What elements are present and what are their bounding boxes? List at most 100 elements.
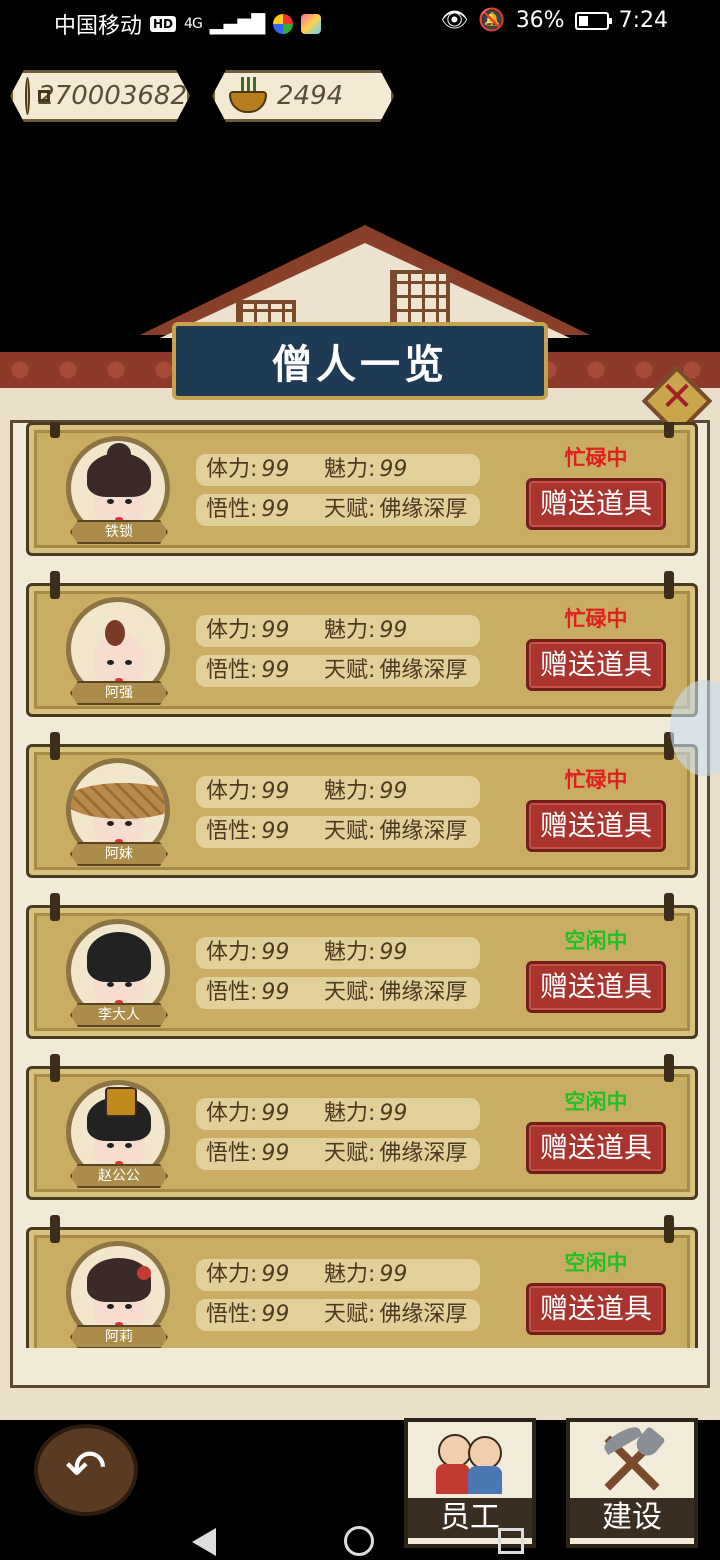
hanging-hook-icon: [50, 732, 60, 760]
insight-label: 悟性:: [206, 658, 258, 683]
talent-label: 天赋:: [324, 497, 376, 522]
stamina-value: 99: [261, 457, 290, 482]
portrait-eye: [107, 1143, 114, 1148]
gift-item-button[interactable]: 赠送道具: [526, 961, 666, 1013]
stat-row-1: 体力: 99 魅力: 99: [196, 615, 480, 647]
gift-item-button[interactable]: 赠送道具: [526, 1122, 666, 1174]
coin-icon: [25, 77, 30, 115]
talent-label: 天赋:: [324, 658, 376, 683]
gift-item-button[interactable]: 赠送道具: [526, 1283, 666, 1335]
insight-value: 99: [261, 1141, 290, 1166]
stat-row-1: 体力: 99 魅力: 99: [196, 454, 480, 486]
portrait-eye: [125, 1304, 132, 1309]
monk-name: 李大人: [70, 1003, 168, 1027]
stamina-label: 体力:: [206, 618, 258, 643]
battery-icon: [574, 11, 612, 30]
undo-arrow-icon: ↶: [65, 1439, 107, 1497]
mute-bell-icon: 🔕: [478, 8, 506, 33]
title-banner: 僧人一览: [172, 322, 548, 400]
status-badge: 忙碌中: [564, 768, 628, 792]
gift-item-button[interactable]: 赠送道具: [526, 478, 666, 530]
signal-bars-icon: ▂▄▆█: [209, 13, 266, 35]
monk-name: 阿强: [70, 681, 168, 705]
stat-row-2: 悟性: 99 天赋: 佛缘深厚: [196, 494, 480, 526]
insight-label: 悟性:: [206, 1302, 258, 1327]
hanging-hook-icon: [50, 571, 60, 599]
portrait-eye: [125, 1143, 132, 1148]
portrait-eye: [107, 1304, 114, 1309]
insight-value: 99: [261, 658, 290, 683]
status-badge: 空闲中: [564, 1251, 628, 1275]
charm-value: 99: [379, 1262, 408, 1287]
nav-home-icon[interactable]: [344, 1526, 374, 1556]
monk-name: 赵公公: [70, 1164, 168, 1188]
stamina-label: 体力:: [206, 1101, 258, 1126]
talent-value: 佛缘深厚: [379, 1302, 468, 1327]
status-badge: 空闲中: [564, 1090, 628, 1114]
hanging-hook-icon: [664, 1215, 674, 1243]
coin-counter: 270003682: [10, 70, 190, 122]
stamina-value: 99: [261, 779, 290, 804]
signal-icon: 4G: [184, 16, 203, 32]
charm-value: 99: [379, 940, 408, 965]
insight-label: 悟性:: [206, 980, 258, 1005]
battery-percent: 36%: [515, 8, 565, 33]
portrait-eye: [107, 982, 114, 987]
stat-row-2: 悟性: 99 天赋: 佛缘深厚: [196, 1138, 480, 1170]
back-button[interactable]: ↶: [34, 1424, 138, 1516]
stat-row-1: 体力: 99 魅力: 99: [196, 776, 480, 808]
monk-card: 阿强 体力: 99 魅力: 99 悟性: 99 天赋: 佛缘深厚 忙碌中 赠送道具: [26, 571, 698, 717]
insight-label: 悟性:: [206, 1141, 258, 1166]
gift-item-button[interactable]: 赠送道具: [526, 800, 666, 852]
charm-label: 魅力:: [324, 457, 376, 482]
stamina-value: 99: [261, 940, 290, 965]
talent-label: 天赋:: [324, 1141, 376, 1166]
app-notification-icon-2: [301, 14, 322, 34]
charm-value: 99: [379, 1101, 408, 1126]
nav-back-icon[interactable]: [192, 1528, 216, 1556]
staff-icon: [432, 1428, 508, 1498]
carrier-label: 中国移动: [54, 14, 143, 39]
nav-recents-icon[interactable]: [498, 1528, 524, 1554]
temple-window: [390, 270, 450, 330]
portrait-eye: [107, 821, 114, 826]
stamina-value: 99: [261, 1262, 290, 1287]
charm-label: 魅力:: [324, 940, 376, 965]
portrait-eye: [107, 660, 114, 665]
monk-name: 阿莉: [70, 1325, 168, 1348]
status-badge: 忙碌中: [564, 446, 628, 470]
pickaxe-shovel-icon: [594, 1422, 670, 1498]
monk-name: 铁锁: [70, 520, 168, 544]
charm-value: 99: [379, 779, 408, 804]
charm-value: 99: [379, 457, 408, 482]
talent-value: 佛缘深厚: [379, 980, 468, 1005]
portrait-eye: [107, 499, 114, 504]
stat-row-2: 悟性: 99 天赋: 佛缘深厚: [196, 655, 480, 687]
incense-value: 2494: [277, 81, 344, 111]
stat-row-2: 悟性: 99 天赋: 佛缘深厚: [196, 977, 480, 1009]
insight-label: 悟性:: [206, 497, 258, 522]
talent-label: 天赋:: [324, 1302, 376, 1327]
stat-row-1: 体力: 99 魅力: 99: [196, 937, 480, 969]
hanging-hook-icon: [664, 571, 674, 599]
monk-card: 赵公公 体力: 99 魅力: 99 悟性: 99 天赋: 佛缘深厚 空闲中 赠送道具: [26, 1054, 698, 1200]
system-nav-bar: [0, 1520, 720, 1560]
hanging-hook-icon: [664, 422, 674, 438]
hanging-hook-icon: [664, 893, 674, 921]
incense-counter: 2494: [212, 70, 394, 122]
gift-item-button[interactable]: 赠送道具: [526, 639, 666, 691]
stamina-label: 体力:: [206, 779, 258, 804]
talent-value: 佛缘深厚: [379, 1141, 468, 1166]
portrait-eye: [125, 660, 132, 665]
charm-label: 魅力:: [324, 618, 376, 643]
eye-icon: 👁: [440, 8, 469, 33]
coin-value: 270003682: [38, 81, 187, 111]
monk-card: 阿莉 体力: 99 魅力: 99 悟性: 99 天赋: 佛缘深厚 空闲中 赠送道具: [26, 1215, 698, 1348]
stat-row-1: 体力: 99 魅力: 99: [196, 1098, 480, 1130]
status-badge: 忙碌中: [564, 607, 628, 631]
stat-row-1: 体力: 99 魅力: 99: [196, 1259, 480, 1291]
app-notification-icon: [273, 14, 294, 34]
monk-list[interactable]: 铁锁 体力: 99 魅力: 99 悟性: 99 天赋: 佛缘深厚 忙碌中 赠送道具 阿强…: [14, 422, 708, 1348]
monk-card: 阿妹 体力: 99 魅力: 99 悟性: 99 天赋: 佛缘深厚 忙碌中 赠送道具: [26, 732, 698, 878]
stamina-value: 99: [261, 618, 290, 643]
